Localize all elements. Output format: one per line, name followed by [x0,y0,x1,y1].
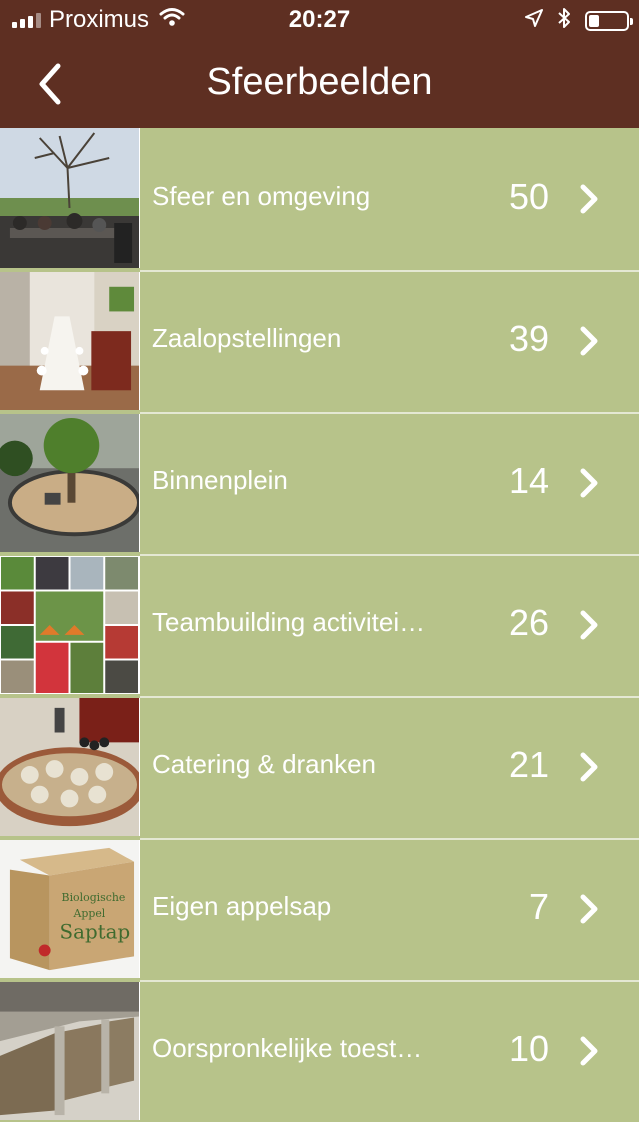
chevron-right-icon [580,752,598,782]
chevron-right-icon [580,184,598,214]
list-item-label: Teambuilding activitei… [152,607,426,637]
list-item[interactable]: Binnenplein 14 [0,412,639,554]
meeting-room-thumbnail [0,272,140,410]
list-item-count: 7 [528,886,549,927]
chevron-right-icon [580,610,598,640]
juice-box-text: Saptap [60,921,131,944]
list-item-label: Catering & dranken [152,749,377,779]
list-item[interactable]: Teambuilding activitei… 26 [0,554,639,696]
list-item-label: Eigen appelsap [152,891,332,921]
list-item[interactable]: Oorspronkelijke toest… 10 [0,980,639,1122]
list-item-count: 50 [508,176,549,217]
apple-juice-box-thumbnail: Biologische Appel Saptap [0,840,140,978]
list-item-count: 39 [508,318,549,359]
gallery-list: Sfeer en omgeving 50 Zaalopstellingen 39 [0,128,639,1122]
stable-interior-thumbnail [0,982,140,1120]
list-item[interactable]: Biologische Appel Saptap Eigen appelsap … [0,838,639,980]
page-title: Sfeerbeelden [206,61,433,103]
battery-icon [585,10,633,31]
activities-collage-thumbnail [0,556,140,694]
navigation-bar: Sfeerbeelden [0,40,639,128]
catering-thumbnail [0,698,140,836]
chevron-right-icon [580,894,598,924]
app-header: Proximus 20:27 Sfeerbeelden [0,0,639,128]
list-item[interactable]: Catering & dranken 21 [0,696,639,838]
chevron-right-icon [580,1036,598,1066]
list-item[interactable]: Zaalopstellingen 39 [0,270,639,412]
juice-box-text: Appel [72,907,105,920]
list-item-count: 14 [508,460,549,501]
location-icon [525,9,543,32]
list-item-count: 10 [508,1028,549,1069]
juice-box-text: Biologische [62,891,126,904]
courtyard-thumbnail [0,414,140,552]
chevron-right-icon [580,326,598,356]
bluetooth-icon [557,7,571,34]
terrace-thumbnail [0,128,140,268]
status-bar: Proximus 20:27 [0,0,639,40]
list-item-count: 21 [508,744,549,785]
list-item-count: 26 [508,602,549,643]
list-item-label: Oorspronkelijke toest… [152,1033,423,1063]
list-item-label: Zaalopstellingen [152,323,342,353]
list-item-label: Sfeer en omgeving [152,181,371,211]
list-item[interactable]: Sfeer en omgeving 50 [0,128,639,270]
chevron-right-icon [580,468,598,498]
list-item-label: Binnenplein [152,465,288,495]
